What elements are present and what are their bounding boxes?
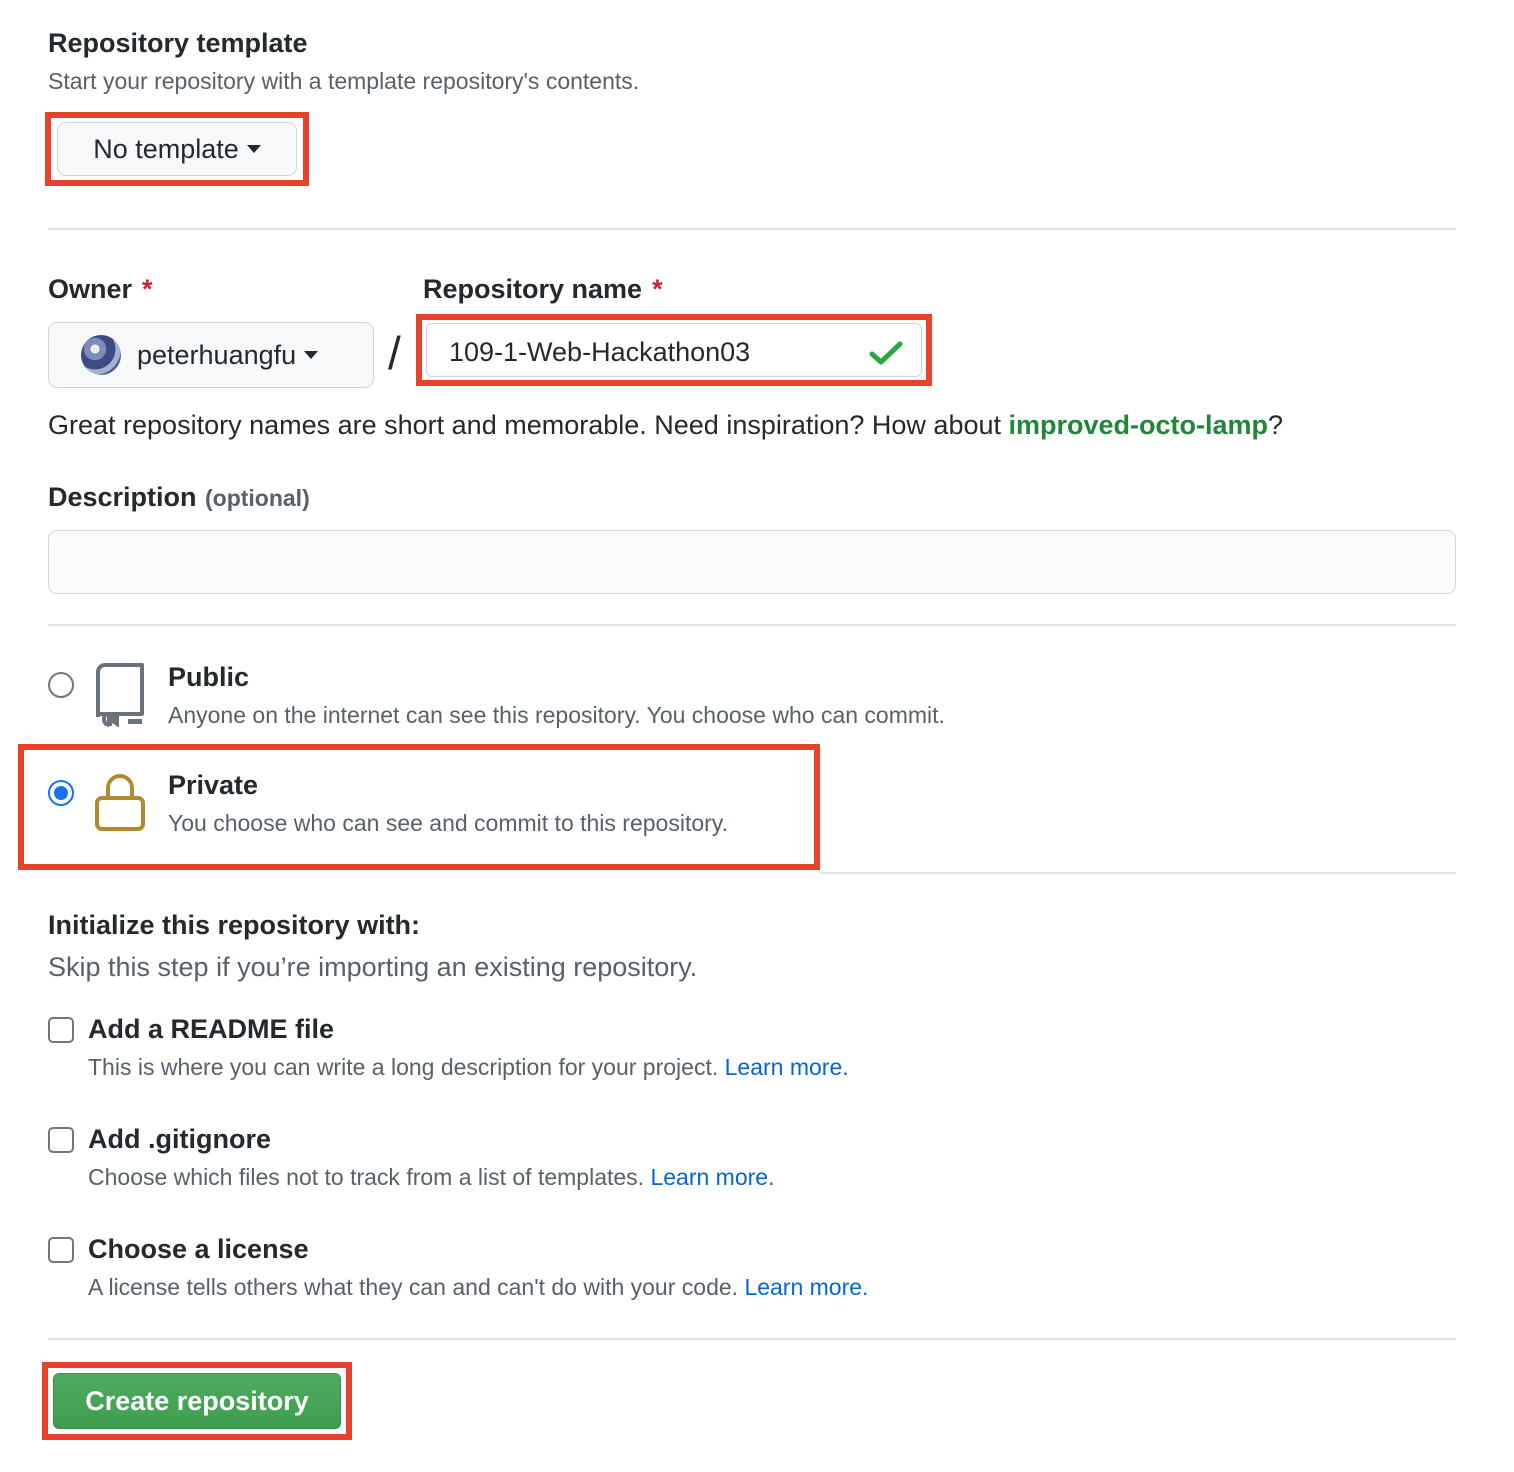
divider xyxy=(820,872,1456,874)
gitignore-title: Add .gitignore xyxy=(88,1124,271,1154)
owner-value: peterhuangfu xyxy=(137,339,297,370)
repo-name-input[interactable]: 109-1-Web-Hackathon03 xyxy=(426,323,922,377)
avatar xyxy=(81,335,121,375)
description-input[interactable] xyxy=(48,530,1456,594)
gitignore-learn-more-link[interactable]: Learn more. xyxy=(650,1164,774,1190)
license-description: A license tells others what they can and… xyxy=(88,1274,869,1300)
public-title: Public xyxy=(168,662,250,692)
owner-dropdown-button[interactable]: peterhuangfu xyxy=(48,322,374,388)
readme-checkbox[interactable] xyxy=(48,1017,74,1043)
description-label: Description (optional) xyxy=(48,482,310,512)
template-section-title: Repository template xyxy=(48,28,308,58)
readme-title: Add a README file xyxy=(88,1014,335,1044)
required-mark: * xyxy=(142,274,153,304)
template-dropdown-label: No template xyxy=(93,133,239,164)
readme-description: This is where you can write a long descr… xyxy=(88,1054,849,1080)
private-title: Private xyxy=(168,770,259,800)
readme-learn-more-link[interactable]: Learn more. xyxy=(725,1054,849,1080)
gitignore-checkbox[interactable] xyxy=(48,1127,74,1153)
template-dropdown-button[interactable]: No template xyxy=(57,122,297,176)
optional-tag: (optional) xyxy=(204,485,310,511)
check-icon xyxy=(869,341,903,365)
repo-name-hint: Great repository names are short and mem… xyxy=(48,410,1284,440)
public-radio[interactable] xyxy=(48,672,74,698)
chevron-down-icon xyxy=(246,145,261,153)
create-repository-form: Repository template Start your repositor… xyxy=(0,0,1514,1472)
owner-repo-separator: / xyxy=(388,327,401,379)
divider xyxy=(48,624,1456,626)
chevron-down-icon xyxy=(304,351,319,359)
divider xyxy=(48,228,1456,230)
owner-label: Owner * xyxy=(48,274,153,304)
repo-name-label: Repository name * xyxy=(423,274,663,304)
public-description: Anyone on the internet can see this repo… xyxy=(168,702,945,728)
repo-name-value: 109-1-Web-Hackathon03 xyxy=(449,337,751,367)
repo-book-icon xyxy=(96,663,144,727)
gitignore-description: Choose which files not to track from a l… xyxy=(88,1164,775,1190)
private-description: You choose who can see and commit to thi… xyxy=(168,810,728,836)
name-suggestion-link[interactable]: improved-octo-lamp xyxy=(1009,410,1269,440)
initialize-subtitle: Skip this step if you’re importing an ex… xyxy=(48,952,698,982)
create-repository-button[interactable]: Create repository xyxy=(53,1373,341,1429)
lock-icon xyxy=(95,774,145,831)
license-learn-more-link[interactable]: Learn more. xyxy=(744,1274,868,1300)
private-radio[interactable] xyxy=(48,780,74,806)
required-mark: * xyxy=(652,274,663,304)
initialize-title: Initialize this repository with: xyxy=(48,910,421,940)
divider xyxy=(48,1338,1456,1340)
license-title: Choose a license xyxy=(88,1234,309,1264)
license-checkbox[interactable] xyxy=(48,1237,74,1263)
template-section-description: Start your repository with a template re… xyxy=(48,68,640,94)
